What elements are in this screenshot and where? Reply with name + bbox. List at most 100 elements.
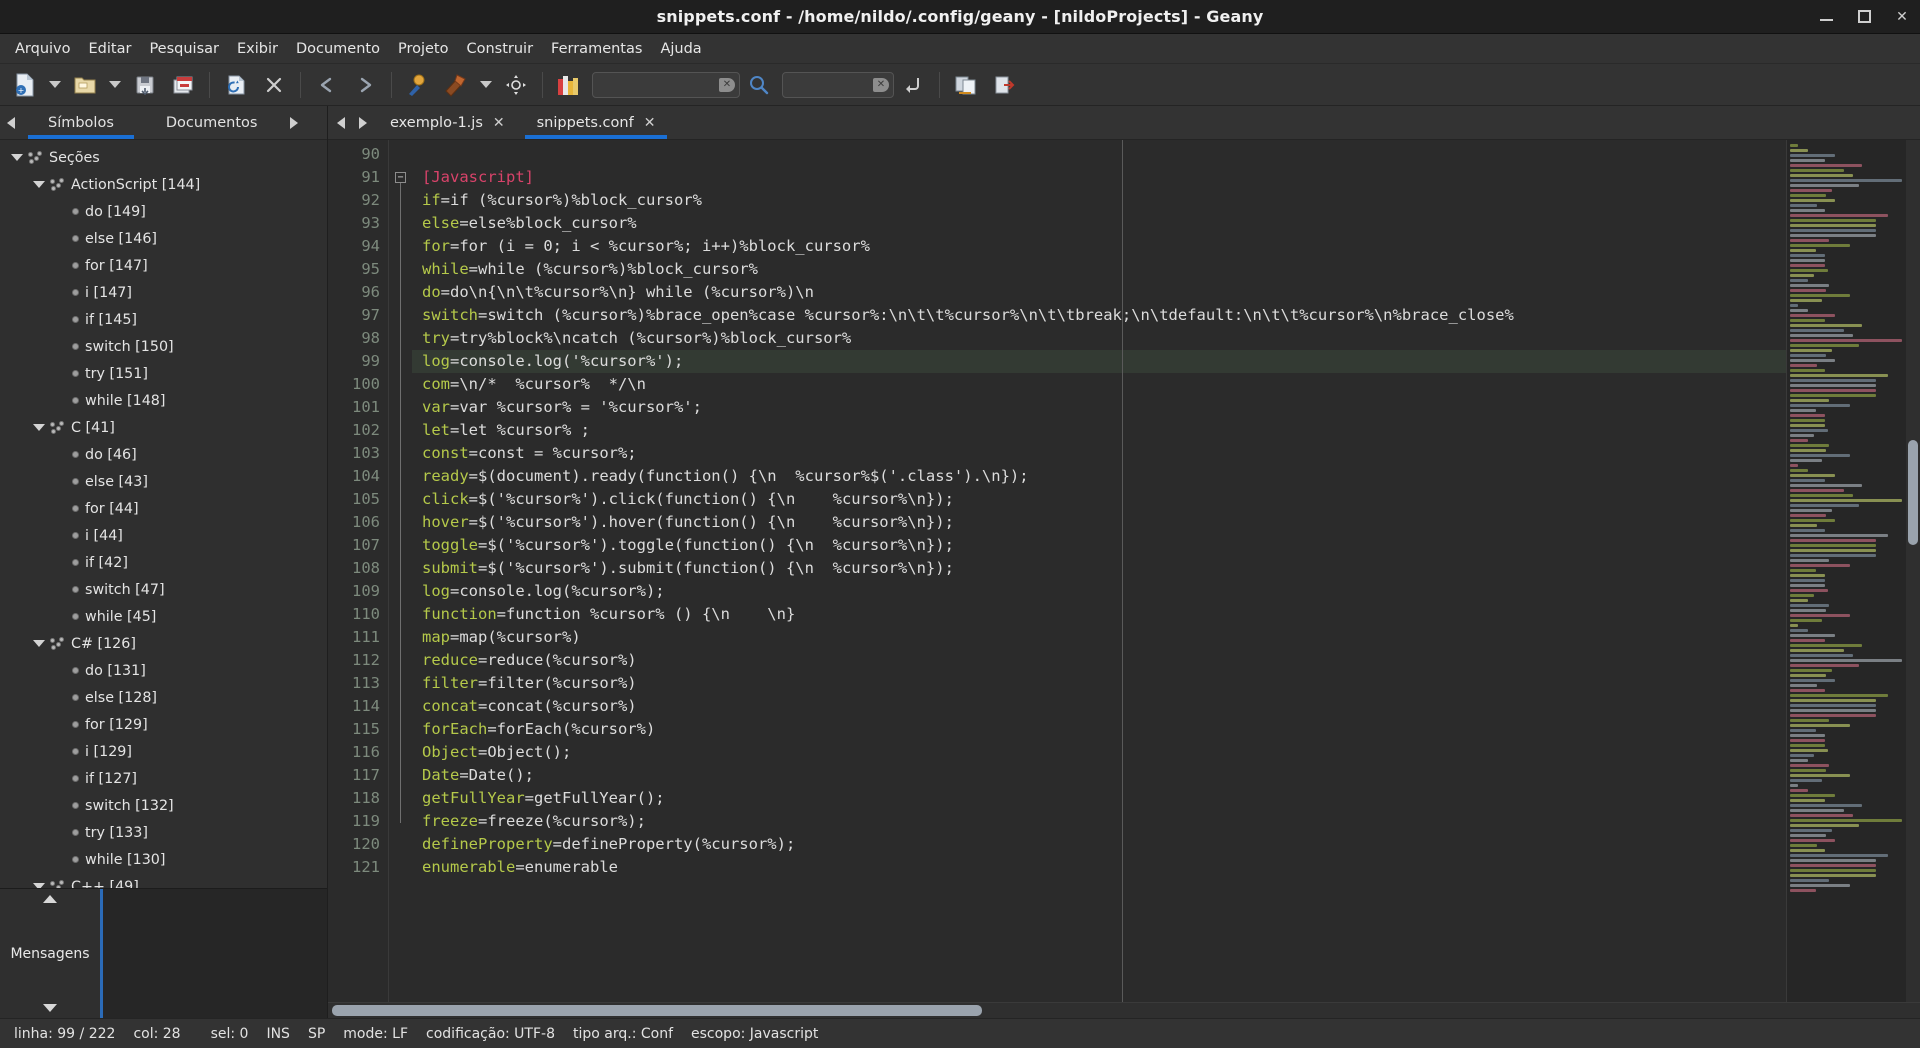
code-line[interactable]: switch=switch (%cursor%)%brace_open%case… xyxy=(412,304,1786,327)
code-line[interactable]: let=let %cursor% ; xyxy=(412,419,1786,442)
editor-vertical-scrollbar-thumb[interactable] xyxy=(1908,440,1918,545)
messages-scroll-up-icon[interactable] xyxy=(43,895,57,903)
code-line[interactable]: hover=$('%cursor%').hover(function() {\n… xyxy=(412,511,1786,534)
tree-leaf-row[interactable]: try [151] xyxy=(0,360,327,387)
jump-to-line-icon[interactable] xyxy=(894,68,932,102)
document-overview-map[interactable] xyxy=(1786,140,1906,1002)
code-line[interactable]: reduce=reduce(%cursor%) xyxy=(412,649,1786,672)
search-input-wrapper[interactable]: ✕ xyxy=(592,71,740,98)
tree-leaf-row[interactable]: if [145] xyxy=(0,306,327,333)
code-line[interactable]: submit=$('%cursor%').submit(function() {… xyxy=(412,557,1786,580)
doc-tab-scroll-left[interactable] xyxy=(330,106,352,139)
save-icon[interactable] xyxy=(126,68,164,102)
tree-leaf-row[interactable]: for [44] xyxy=(0,495,327,522)
quit-icon[interactable] xyxy=(985,68,1023,102)
code-line[interactable]: enumerable=enumerable xyxy=(412,856,1786,879)
code-line[interactable]: const=const = %cursor%; xyxy=(412,442,1786,465)
code-line[interactable]: [Javascript] xyxy=(412,166,1786,189)
code-line[interactable]: for=for (i = 0; i < %cursor%; i++)%block… xyxy=(412,235,1786,258)
tree-leaf-row[interactable]: else [128] xyxy=(0,684,327,711)
document-tab-snippets-conf[interactable]: snippets.conf ✕ xyxy=(521,106,672,139)
goto-line-input-wrapper[interactable]: ✕ xyxy=(782,71,894,98)
find-button[interactable] xyxy=(740,68,778,102)
code-line[interactable]: while=while (%cursor%)%block_cursor% xyxy=(412,258,1786,281)
maximize-button[interactable] xyxy=(1856,9,1872,25)
code-line[interactable]: filter=filter(%cursor%) xyxy=(412,672,1786,695)
color-chooser-icon[interactable] xyxy=(550,68,588,102)
tree-expander-icon[interactable] xyxy=(28,181,50,188)
tree-leaf-row[interactable]: while [148] xyxy=(0,387,327,414)
document-tab-exemplo-1-js[interactable]: exemplo-1.js ✕ xyxy=(374,106,521,139)
tree-leaf-row[interactable]: i [44] xyxy=(0,522,327,549)
open-file-dropdown-icon[interactable] xyxy=(104,68,126,102)
code-line[interactable]: log=console.log(%cursor%); xyxy=(412,580,1786,603)
clear-goto-icon[interactable]: ✕ xyxy=(873,77,889,92)
goto-line-input[interactable] xyxy=(791,77,873,92)
code-line[interactable]: function=function %cursor% () {\n \n} xyxy=(412,603,1786,626)
editor-horizontal-scrollbar-thumb[interactable] xyxy=(332,1005,982,1016)
close-document-icon[interactable] xyxy=(255,68,293,102)
open-file-icon[interactable] xyxy=(66,68,104,102)
sidebar-tab-scroll-left[interactable] xyxy=(0,106,22,139)
tree-leaf-row[interactable]: switch [150] xyxy=(0,333,327,360)
tree-leaf-row[interactable]: do [46] xyxy=(0,441,327,468)
doc-tab-scroll-right[interactable] xyxy=(352,106,374,139)
new-document-icon[interactable]: + xyxy=(6,68,44,102)
menu-pesquisar[interactable]: Pesquisar xyxy=(140,37,228,61)
menu-documento[interactable]: Documento xyxy=(287,37,389,61)
editor-horizontal-scrollbar[interactable] xyxy=(328,1002,1920,1018)
code-line[interactable]: if=if (%cursor%)%block_cursor% xyxy=(412,189,1786,212)
fold-toggle-section[interactable]: − xyxy=(395,172,406,183)
messages-scroll-down-icon[interactable] xyxy=(43,1004,57,1012)
editor-vertical-scrollbar[interactable] xyxy=(1906,140,1920,1002)
goto-definition-icon[interactable] xyxy=(497,68,535,102)
menu-ferramentas[interactable]: Ferramentas xyxy=(542,37,651,61)
sidebar-tab-documentos[interactable]: Documentos xyxy=(140,106,284,139)
messages-tab[interactable]: Mensagens xyxy=(10,946,89,962)
tree-expander-icon[interactable] xyxy=(28,424,50,431)
tree-leaf-row[interactable]: while [130] xyxy=(0,846,327,873)
code-line[interactable]: try=try%block%\ncatch (%cursor%)%block_c… xyxy=(412,327,1786,350)
messages-content[interactable] xyxy=(100,889,327,1018)
tree-leaf-row[interactable]: for [147] xyxy=(0,252,327,279)
search-input[interactable] xyxy=(601,77,719,92)
menu-editar[interactable]: Editar xyxy=(80,37,141,61)
tree-leaf-row[interactable]: try [133] xyxy=(0,819,327,846)
menu-ajuda[interactable]: Ajuda xyxy=(651,37,710,61)
tree-leaf-row[interactable]: for [129] xyxy=(0,711,327,738)
menu-projeto[interactable]: Projeto xyxy=(389,37,458,61)
code-folding-margin[interactable]: − xyxy=(388,140,412,1002)
build-dropdown-icon[interactable] xyxy=(475,68,497,102)
tree-leaf-row[interactable]: i [147] xyxy=(0,279,327,306)
code-line[interactable]: concat=concat(%cursor%) xyxy=(412,695,1786,718)
code-line[interactable]: log=console.log('%cursor%'); xyxy=(412,350,1786,373)
code-line[interactable] xyxy=(412,143,1786,166)
code-line[interactable]: click=$('%cursor%').click(function() {\n… xyxy=(412,488,1786,511)
tree-leaf-row[interactable]: switch [132] xyxy=(0,792,327,819)
tree-expander-icon[interactable] xyxy=(28,640,50,647)
tree-expander-icon[interactable] xyxy=(6,154,28,161)
navigate-forward-icon[interactable] xyxy=(346,68,384,102)
code-line[interactable]: toggle=$('%cursor%').toggle(function() {… xyxy=(412,534,1786,557)
tree-group-row[interactable]: C [41] xyxy=(0,414,327,441)
tree-leaf-row[interactable]: else [146] xyxy=(0,225,327,252)
tree-group-row[interactable]: ActionScript [144] xyxy=(0,171,327,198)
symbols-tree[interactable]: Seções ActionScript [144] do [149] else [14… xyxy=(0,140,327,888)
clear-search-icon[interactable]: ✕ xyxy=(719,77,735,92)
tree-leaf-row[interactable]: if [127] xyxy=(0,765,327,792)
sidebar-tab-scroll-right[interactable] xyxy=(283,106,305,139)
code-line[interactable]: map=map(%cursor%) xyxy=(412,626,1786,649)
tree-leaf-row[interactable]: do [149] xyxy=(0,198,327,225)
code-text-area[interactable]: [Javascript] if=if (%cursor%)%block_curso… xyxy=(412,140,1786,1002)
menu-arquivo[interactable]: Arquivo xyxy=(6,37,80,61)
build-run-icon[interactable] xyxy=(437,68,475,102)
code-line[interactable]: ready=$(document).ready(function() {\n %… xyxy=(412,465,1786,488)
code-line[interactable]: forEach=forEach(%cursor%) xyxy=(412,718,1786,741)
tree-leaf-row[interactable]: do [131] xyxy=(0,657,327,684)
code-line[interactable]: Date=Date(); xyxy=(412,764,1786,787)
code-line[interactable]: freeze=freeze(%cursor%); xyxy=(412,810,1786,833)
code-line[interactable]: Object=Object(); xyxy=(412,741,1786,764)
new-document-dropdown-icon[interactable] xyxy=(44,68,66,102)
compile-icon[interactable] xyxy=(399,68,437,102)
tree-leaf-row[interactable]: if [42] xyxy=(0,549,327,576)
